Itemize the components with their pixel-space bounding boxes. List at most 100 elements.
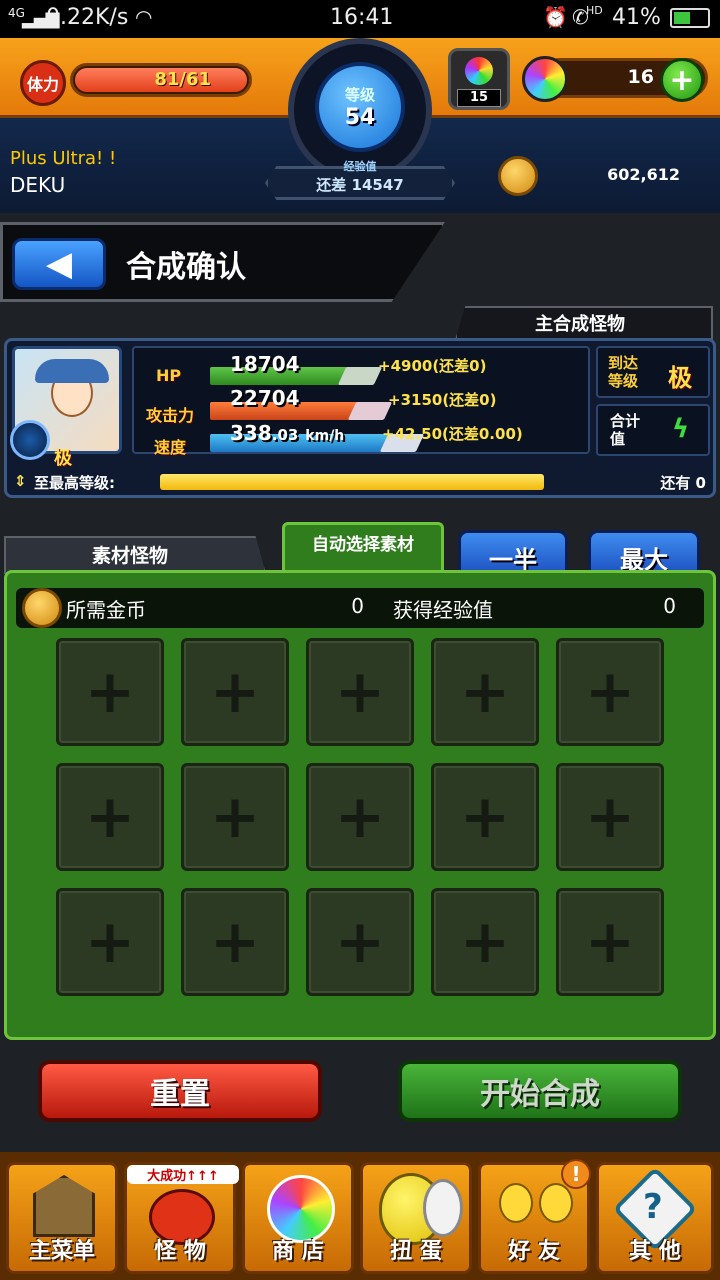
plus-icon: + <box>459 782 511 852</box>
hd-indicator: HD <box>586 4 603 17</box>
material-slot[interactable]: + <box>56 888 164 996</box>
exp-gain-label: 获得经验值 <box>393 598 493 622</box>
great-success-badge: 大成功↑↑↑ <box>127 1165 239 1184</box>
stamina-bar[interactable]: 81/61 <box>70 63 252 97</box>
gacha-count: 15 <box>457 89 501 107</box>
material-slot[interactable]: + <box>56 763 164 871</box>
level-value: 54 <box>344 105 376 130</box>
nav-label-shop: 商 店 <box>272 1239 324 1264</box>
attack-label: 攻击力 <box>146 406 195 425</box>
exp-label: 经验值 <box>343 160 377 173</box>
wifi-icon: ◠ <box>135 5 153 29</box>
reach-level-box: 到达等级 极 <box>596 346 710 398</box>
plus-icon: + <box>584 657 636 727</box>
material-slot[interactable]: + <box>556 888 664 996</box>
lightning-icon: ϟ <box>672 414 690 444</box>
clock: 16:41 <box>330 5 394 30</box>
max-level-track <box>160 474 544 490</box>
material-slot[interactable]: + <box>556 763 664 871</box>
question-icon: ? <box>643 1187 663 1227</box>
material-slot[interactable]: + <box>431 888 539 996</box>
nav-gacha[interactable]: 扭 蛋 <box>360 1162 472 1274</box>
coins-needed-value: 0 <box>351 594 364 618</box>
reach-level-value: 极 <box>668 364 692 392</box>
hp-bonus: +4900(还差0) <box>378 355 486 376</box>
back-button[interactable]: ◀ <box>12 238 106 290</box>
grade-badge: 极 <box>54 448 72 469</box>
battery-icon <box>670 8 710 28</box>
reset-button[interactable]: 重置 <box>38 1060 322 1122</box>
material-slot[interactable]: + <box>306 638 414 746</box>
coin-icon <box>498 156 538 196</box>
white-egg-icon <box>423 1179 463 1237</box>
hp-value: 18704 <box>230 352 300 376</box>
stamina-icon: 体力 <box>20 60 66 106</box>
level-badge[interactable]: 等级 54 <box>315 62 405 152</box>
plus-icon: + <box>209 657 261 727</box>
plus-icon: + <box>459 907 511 977</box>
material-tab-label: 素材怪物 <box>91 545 168 567</box>
max-level-fill <box>160 474 544 490</box>
exp-gain-value: 0 <box>663 594 676 618</box>
material-slot[interactable]: + <box>181 763 289 871</box>
nav-label-gacha: 扭 蛋 <box>390 1239 442 1264</box>
plus-icon: + <box>209 907 261 977</box>
auto-select-label: 自动选择素材 <box>312 535 414 555</box>
hp-label: HP <box>156 366 182 385</box>
max-level-remaining: 还有 0 <box>660 474 706 492</box>
plus-icon: + <box>209 782 261 852</box>
coin-count: 602,612 <box>607 165 680 184</box>
plus-icon: + <box>84 657 136 727</box>
back-arrow-icon: ◀ <box>45 244 73 284</box>
start-fusion-button[interactable]: 开始合成 <box>398 1060 682 1122</box>
speed-decimal: .03 <box>271 426 299 444</box>
exp-remaining: 还差 14547 <box>316 176 404 194</box>
plus-icon: + <box>334 657 386 727</box>
plus-icon: + <box>84 907 136 977</box>
plus-icon: + <box>84 782 136 852</box>
attack-value: 22704 <box>230 386 300 410</box>
nav-label-monster: 怪 物 <box>154 1239 206 1264</box>
material-slot[interactable]: + <box>431 638 539 746</box>
nav-other[interactable]: ? 其 他 <box>596 1162 714 1274</box>
nav-label-friends: 好 友 <box>508 1239 560 1264</box>
alarm-icon: ⏰ <box>543 5 568 29</box>
nav-main-menu[interactable]: 主菜单 <box>6 1162 118 1274</box>
level-label: 等级 <box>344 86 375 104</box>
castle-gate-icon <box>33 1175 95 1237</box>
stamina-value: 81/61 <box>154 69 211 90</box>
orb-icon <box>522 56 568 102</box>
add-orb-button[interactable]: + <box>660 58 704 102</box>
plus-icon: + <box>584 782 636 852</box>
material-slot[interactable]: + <box>181 638 289 746</box>
nav-label-main-menu: 主菜单 <box>28 1239 95 1264</box>
nav-monster[interactable]: 大成功↑↑↑ 怪 物 <box>124 1162 239 1274</box>
speed-value: 338 <box>230 421 272 445</box>
plus-icon: + <box>334 907 386 977</box>
nav-shop[interactable]: 商 店 <box>242 1162 354 1274</box>
material-slot[interactable]: + <box>431 763 539 871</box>
speed-value-row: 338.03 km/h <box>230 421 344 445</box>
coins-needed-label: 所需金币 <box>66 598 146 622</box>
battery-percent: 41% <box>612 5 661 30</box>
friend-icon-2 <box>539 1183 573 1223</box>
up-down-icon: ⇕ <box>14 472 27 490</box>
orb-count: 16 <box>627 66 654 88</box>
water-element-icon <box>10 420 50 460</box>
coin-icon <box>22 588 62 628</box>
material-slot[interactable]: + <box>181 888 289 996</box>
speed-bonus: +42.50(还差0.00) <box>382 425 523 443</box>
material-slot[interactable]: + <box>306 888 414 996</box>
luck-box: 合计值 ϟ <box>596 404 710 456</box>
player-name: DEKU <box>10 173 66 197</box>
speed-label: 速度 <box>154 438 187 457</box>
material-slot[interactable]: + <box>556 638 664 746</box>
network-speed: 0.22K/s <box>46 5 129 30</box>
material-slot[interactable]: + <box>56 638 164 746</box>
main-monster-tab-label: 主合成怪物 <box>535 314 625 335</box>
nav-friends[interactable]: ! 好 友 <box>478 1159 591 1274</box>
material-slot[interactable]: + <box>306 763 414 871</box>
gacha-machine-icon[interactable]: 15 <box>448 48 510 110</box>
max-level-label: 至最高等级: <box>34 474 115 492</box>
plus-icon: + <box>584 907 636 977</box>
